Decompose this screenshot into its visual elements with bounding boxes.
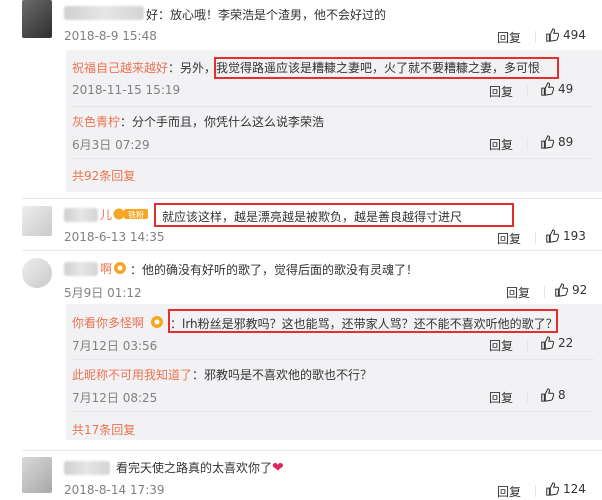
comment-text: ：他的确没有好听的歌了，觉得后面的歌没有灵魂了！ [130,263,419,277]
comment-timestamp: 2018-8-9 15:48 [64,29,157,43]
thumbs-up-icon [546,482,559,496]
divider [527,138,528,150]
highlight-box [214,57,559,79]
badge-label: 铁粉 [128,210,144,220]
comment-text: 看完天使之路真的太喜欢你了❤ [116,460,284,476]
divider [527,85,528,97]
divider [72,106,594,107]
divider [535,232,536,244]
thumbs-up-icon [541,336,554,350]
divider [22,250,602,251]
like-button[interactable]: 8 [540,388,566,402]
like-button[interactable]: 494 [545,28,586,42]
reply-timestamp: 6月3日 07:29 [72,138,150,152]
thumbs-up-icon [541,135,554,149]
reply-item: 你看你多怪啊 [72,314,144,331]
reply-timestamp: 7月12日 03:56 [72,339,158,353]
reply-button[interactable]: 回复 [489,136,513,153]
comment-timestamp: 2018-8-14 17:39 [64,483,165,497]
like-button[interactable]: 92 [554,283,587,297]
avatar[interactable] [22,206,52,236]
thumbs-up-icon [541,388,554,402]
reply-button[interactable]: 回复 [497,483,521,500]
comment-timestamp: 2018-6-13 14:35 [64,230,165,244]
reply-nickname[interactable]: 你看你多怪啊 [72,316,144,330]
divider [72,411,594,412]
like-button[interactable]: 89 [540,135,573,149]
reply-button[interactable]: 回复 [497,230,521,247]
like-button[interactable]: 22 [540,336,573,350]
divider [22,450,602,451]
reply-button[interactable]: 回复 [489,83,513,100]
reply-button[interactable]: 回复 [497,29,521,46]
redacted-nickname [64,6,144,20]
reply-timestamp: 2018-11-15 15:19 [72,83,181,97]
reply-nickname[interactable]: 祝福自己越来越好 [72,61,168,75]
redacted-nickname [64,262,98,276]
divider [527,391,528,403]
reply-nickname[interactable]: 此昵称不可用我知道了 [72,368,192,382]
nickname-tail: 啊 [100,262,113,276]
reply-button[interactable]: 回复 [506,284,530,301]
thumbs-up-icon [546,28,559,42]
like-button[interactable]: 193 [545,229,586,243]
reply-button[interactable]: 回复 [489,389,513,406]
reply-item: 灰色青柠：分个手而且，你凭什么这么说李荣浩 [72,113,324,130]
fan-badge-icon [151,316,163,328]
reply-nickname[interactable]: 灰色青柠 [72,115,120,129]
like-count: 92 [572,283,588,297]
highlight-box [154,203,514,227]
like-count: 89 [558,135,574,149]
avatar[interactable] [22,457,52,493]
divider [544,286,545,298]
like-count: 22 [558,336,574,350]
more-replies-link[interactable]: 共17条回复 [72,421,135,438]
avatar[interactable] [22,258,52,288]
nickname-tail: 儿 [100,208,113,222]
reply-timestamp: 7月12日 08:25 [72,391,158,405]
like-count: 8 [558,388,566,402]
fan-badge-icon: 铁粉 [113,208,148,220]
comment-timestamp: 5月9日 01:12 [64,286,142,300]
divider [22,198,602,199]
heart-emoji-icon: ❤ [272,460,284,476]
like-button[interactable]: 124 [545,482,586,496]
like-count: 193 [563,229,586,243]
reply-button[interactable]: 回复 [489,337,513,354]
like-count: 49 [558,82,574,96]
reply-item: 此昵称不可用我知道了：邪教吗是不喜欢他的歌也不行？ [72,366,372,383]
thumbs-up-icon [541,82,554,96]
divider [527,339,528,351]
like-count: 124 [563,482,586,496]
thumbs-up-icon [555,283,568,297]
highlight-box [168,309,558,333]
redacted-nickname [64,461,110,475]
divider [535,31,536,43]
divider [72,158,594,159]
more-replies-link[interactable]: 共92条回复 [72,167,135,184]
redacted-nickname [64,208,98,222]
divider [535,485,536,497]
fan-badge-icon [114,262,126,274]
reply-text: ：分个手而且，你凭什么这么说李荣浩 [120,115,325,129]
reply-text: ：邪教吗是不喜欢他的歌也不行？ [192,368,373,382]
avatar[interactable] [22,0,52,38]
thumbs-up-icon [546,229,559,243]
like-button[interactable]: 49 [540,82,573,96]
divider [72,359,594,360]
comment-text: 好：放心哦！李荣浩是个渣男，他不会好过的 [146,8,387,22]
like-count: 494 [563,28,586,42]
